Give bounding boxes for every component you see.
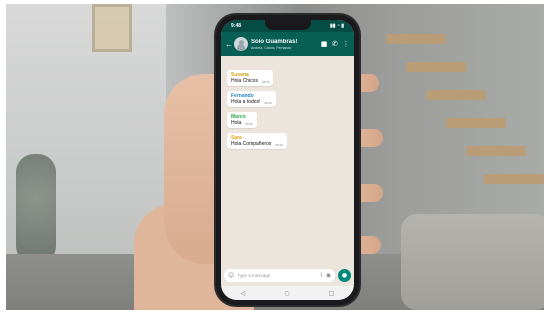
message-text: Hola Chicos: [231, 78, 258, 84]
message-bubble: Susana Hola Chicos 08:25: [227, 70, 274, 86]
message-time: 08:26: [275, 143, 283, 147]
nav-home-icon[interactable]: ○: [284, 290, 289, 297]
chat-title: Solo Guambras!: [251, 38, 298, 45]
nav-back-icon[interactable]: ◁: [241, 290, 246, 297]
phone-screen: 9:48 ▮▮ ◔ ▮ ← Solo Guambras! Andrea, Car…: [221, 20, 354, 300]
video-call-icon[interactable]: ■: [320, 40, 328, 48]
message-bubble: Marco Hola 08:25: [227, 112, 257, 128]
background-room-scene: 9:48 ▮▮ ◔ ▮ ← Solo Guambras! Andrea, Car…: [6, 4, 544, 310]
message-time: 08:25: [261, 80, 270, 84]
attach-icon[interactable]: ⌇: [320, 272, 323, 279]
microphone-button[interactable]: ●: [338, 268, 351, 282]
microphone-icon: ●: [341, 271, 348, 279]
wall-picture-frame: [92, 4, 132, 52]
background-staircase: [366, 24, 544, 194]
message-bubble: Sara Hola Compañeros 08:26: [227, 133, 287, 149]
background-sofa: [401, 214, 544, 310]
message-text: Hola Compañeros: [231, 141, 272, 147]
group-avatar[interactable]: [234, 37, 248, 51]
status-indicators-icon: ▮▮ ◔ ▮: [329, 23, 344, 29]
background-plant: [16, 154, 56, 264]
emoji-icon[interactable]: ☺: [228, 272, 234, 279]
message-input-placeholder[interactable]: Type a message: [237, 273, 317, 278]
message-bubble: Fernando Hola a todos! 08:25: [227, 91, 276, 107]
nav-recents-icon[interactable]: □: [329, 290, 335, 297]
back-arrow-icon[interactable]: ←: [225, 40, 233, 49]
message-input[interactable]: ☺ Type a message ⌇ ◉: [224, 268, 335, 282]
message-time: 08:25: [245, 122, 253, 126]
android-nav-bar: ◁ ○ □: [221, 286, 354, 300]
menu-icon[interactable]: ⋮: [342, 40, 350, 48]
status-time: 9:48: [231, 23, 242, 29]
camera-icon[interactable]: ◉: [326, 272, 331, 279]
chat-participants: Andrea, Carlos, Fernando: [251, 45, 292, 50]
message-input-bar: ☺ Type a message ⌇ ◉ ●: [224, 268, 351, 282]
phone-notch: [265, 20, 311, 30]
smartphone: 9:48 ▮▮ ◔ ▮ ← Solo Guambras! Andrea, Car…: [216, 15, 359, 305]
message-text: Hola a todos!: [231, 99, 261, 105]
voice-call-icon[interactable]: ✆: [331, 40, 339, 48]
chat-header: ← Solo Guambras! Andrea, Carlos, Fernand…: [221, 32, 354, 56]
chat-title-block[interactable]: Solo Guambras! Andrea, Carlos, Fernando: [251, 39, 317, 50]
message-text: Hola: [231, 120, 242, 126]
message-time: 08:25: [264, 101, 272, 105]
chat-messages-area: Susana Hola Chicos 08:25 Fernando Hola a …: [221, 56, 354, 278]
